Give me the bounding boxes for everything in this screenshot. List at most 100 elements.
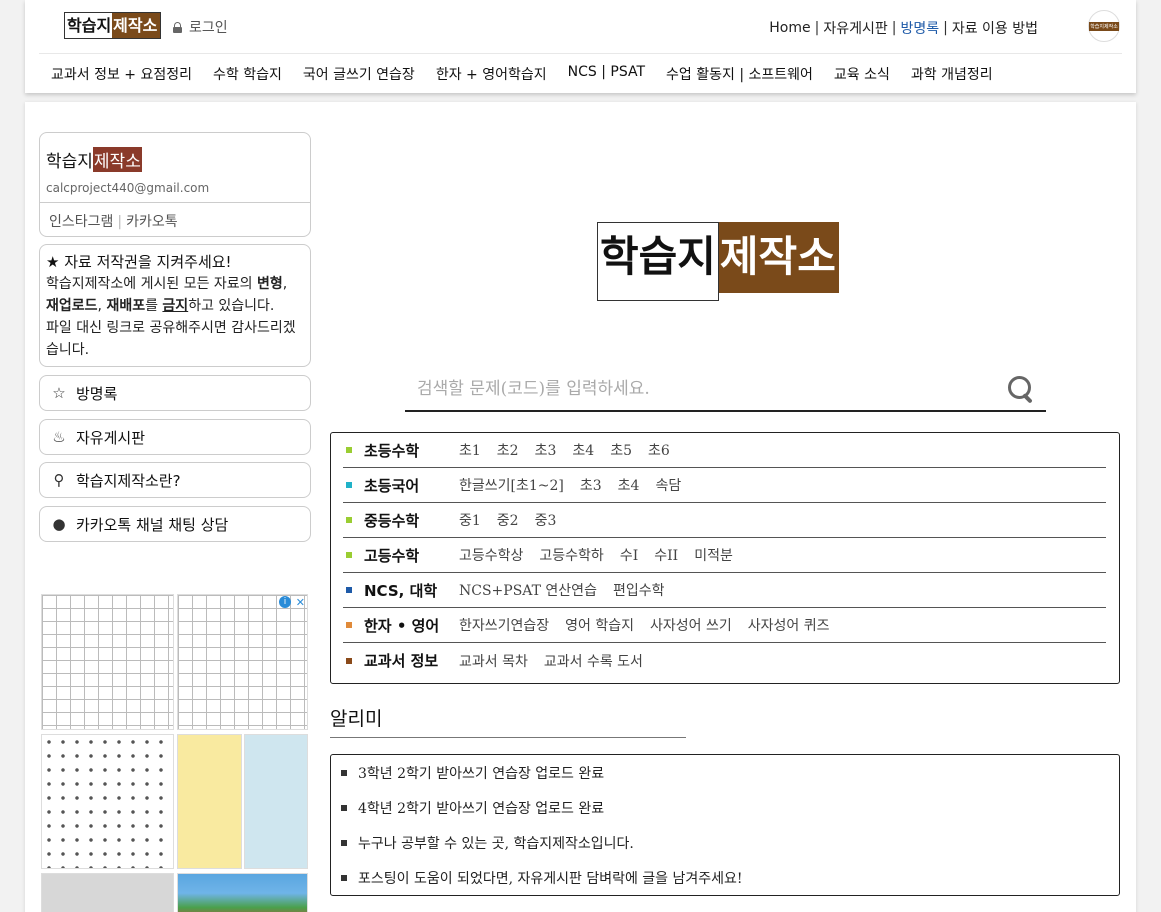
ad-info[interactable]: i ✕ bbox=[279, 595, 305, 609]
category-row: 교과서 정보 교과서 목차 교과서 수록 도서 bbox=[343, 643, 1106, 678]
bullet-icon bbox=[346, 657, 352, 664]
kakao-chat-button[interactable]: ● 카카오톡 채널 채팅 상담 bbox=[39, 506, 311, 542]
topnav-home[interactable]: Home bbox=[769, 20, 810, 36]
notice-line: 파일 대신 링크로 공유해주시면 감사드리겠습니다. bbox=[46, 320, 296, 358]
bullet-icon bbox=[346, 552, 352, 558]
category-link[interactable]: NCS+PSAT 연산연습 bbox=[459, 580, 597, 600]
ad-image[interactable] bbox=[41, 734, 174, 869]
category-link[interactable]: 한자쓰기연습장 bbox=[459, 615, 549, 635]
bullet-icon bbox=[346, 482, 352, 488]
ad-image[interactable] bbox=[41, 594, 174, 730]
mainnav-item[interactable]: 교과서 정보 + 요점정리 bbox=[51, 64, 192, 84]
category-link[interactable]: 미적분 bbox=[694, 545, 733, 565]
search-icon[interactable] bbox=[1008, 376, 1036, 404]
mainnav-item[interactable]: 국어 글쓰기 연습장 bbox=[303, 64, 415, 84]
kakaotalk-link[interactable]: 카카오톡 bbox=[126, 214, 178, 230]
category-link[interactable]: 사자성어 쓰기 bbox=[650, 615, 732, 635]
notice-item[interactable]: 4학년 2학기 받아쓰기 연습장 업로드 완료 bbox=[341, 798, 604, 818]
category-link[interactable]: 초6 bbox=[648, 440, 670, 460]
category-link[interactable]: 초4 bbox=[572, 440, 594, 460]
category-link[interactable]: 초3 bbox=[580, 475, 602, 495]
category-link[interactable]: 사자성어 퀴즈 bbox=[748, 615, 830, 635]
category-link[interactable]: 초1 bbox=[459, 440, 481, 460]
guestbook-button[interactable]: ☆ 방명록 bbox=[39, 375, 311, 411]
free-board-button[interactable]: ♨ 자유게시판 bbox=[39, 419, 311, 455]
login-link[interactable]: 로그인 bbox=[173, 17, 228, 37]
category-link[interactable]: 초2 bbox=[497, 440, 519, 460]
notice-line: 재업로드, 재배포를 금지하고 있습니다. bbox=[46, 298, 275, 314]
category-link[interactable]: 초3 bbox=[535, 440, 557, 460]
top-nav: Home | 자유게시판 | 방명록 | 자료 이용 방법 bbox=[769, 18, 1038, 38]
close-icon[interactable]: ✕ bbox=[296, 596, 305, 609]
instagram-link[interactable]: 인스타그램 bbox=[49, 214, 113, 230]
mainnav-item[interactable]: NCS | PSAT bbox=[568, 64, 645, 84]
category-name[interactable]: NCS, 대학 bbox=[364, 580, 459, 601]
mainnav-item[interactable]: 한자 + 영어학습지 bbox=[436, 64, 547, 84]
copyright-notice: ★ 자료 저작권을 지켜주세요! 학습지제작소에 게시된 모든 자료의 변형, … bbox=[39, 244, 311, 367]
profile-card: 학습지 제작소 calcproject440@gmail.com 인스타그램 | 카카… bbox=[39, 132, 311, 237]
ad-image[interactable] bbox=[244, 734, 308, 869]
ad-image[interactable] bbox=[41, 873, 174, 912]
notice-line: 학습지제작소에 게시된 모든 자료의 변형, bbox=[46, 276, 288, 292]
logo-text-a: 학습지 bbox=[65, 13, 113, 38]
category-link[interactable]: 중1 bbox=[459, 510, 481, 530]
ad-image[interactable] bbox=[177, 873, 308, 912]
bullet-icon bbox=[341, 875, 347, 881]
category-name[interactable]: 초등수학 bbox=[364, 440, 459, 461]
avatar[interactable]: 학습지제작소 bbox=[1088, 10, 1120, 42]
category-link[interactable]: 수II bbox=[654, 545, 678, 565]
ad-image[interactable]: i ✕ bbox=[177, 594, 308, 730]
category-name[interactable]: 교과서 정보 bbox=[364, 650, 459, 671]
category-row: 초등수학 초1 초2 초3 초4 초5 초6 bbox=[343, 433, 1106, 468]
site-header: 학습지 제작소 로그인 Home | 자유게시판 | 방명록 | 자료 이용 방… bbox=[25, 0, 1136, 93]
search-input[interactable] bbox=[417, 375, 977, 403]
profile-logo-b: 제작소 bbox=[92, 147, 142, 172]
topnav-separator: | bbox=[943, 20, 948, 36]
category-link[interactable]: 수I bbox=[620, 545, 638, 565]
topnav-board[interactable]: 자유게시판 bbox=[823, 18, 887, 38]
notice-item[interactable]: 3학년 2학기 받아쓰기 연습장 업로드 완료 bbox=[341, 763, 604, 783]
main-logo-a: 학습지 bbox=[597, 222, 719, 301]
category-link[interactable]: 교과서 목차 bbox=[459, 651, 528, 671]
bullet-icon bbox=[341, 805, 347, 811]
category-link[interactable]: 편입수학 bbox=[613, 580, 665, 600]
category-link[interactable]: 영어 학습지 bbox=[565, 615, 634, 635]
login-label: 로그인 bbox=[189, 20, 228, 36]
category-link[interactable]: 고등수학하 bbox=[539, 545, 603, 565]
topnav-guestbook[interactable]: 방명록 bbox=[900, 18, 939, 38]
category-name[interactable]: 고등수학 bbox=[364, 545, 459, 566]
category-link[interactable]: 초5 bbox=[610, 440, 632, 460]
notice-item[interactable]: 누구나 공부할 수 있는 곳, 학습지제작소입니다. bbox=[341, 833, 634, 853]
main-logo-b: 제작소 bbox=[718, 222, 839, 293]
category-name[interactable]: 초등국어 bbox=[364, 475, 459, 496]
category-link[interactable]: 교과서 수록 도서 bbox=[544, 651, 643, 671]
category-link[interactable]: 속담 bbox=[655, 475, 681, 495]
main-nav: 교과서 정보 + 요점정리 수학 학습지 국어 글쓰기 연습장 한자 + 영어학… bbox=[51, 64, 1014, 84]
mainnav-item[interactable]: 과학 개념정리 bbox=[911, 64, 993, 84]
category-link[interactable]: 고등수학상 bbox=[459, 545, 523, 565]
mainnav-item[interactable]: 수학 학습지 bbox=[213, 64, 282, 84]
category-row: 한자 • 영어 한자쓰기연습장 영어 학습지 사자성어 쓰기 사자성어 퀴즈 bbox=[343, 608, 1106, 643]
main-logo[interactable]: 학습지 제작소 bbox=[597, 222, 839, 301]
mainnav-item[interactable]: 수업 활동지 | 소프트웨어 bbox=[666, 64, 813, 84]
category-link[interactable]: 중3 bbox=[535, 510, 557, 530]
coffee-icon: ♨ bbox=[52, 428, 66, 446]
category-link[interactable]: 초4 bbox=[618, 475, 640, 495]
category-box: 초등수학 초1 초2 초3 초4 초5 초6 초등국어 한글쓰기[초1~2] 초… bbox=[330, 432, 1120, 684]
category-name[interactable]: 한자 • 영어 bbox=[364, 615, 459, 636]
info-icon[interactable]: i bbox=[279, 596, 291, 608]
topnav-separator: | bbox=[891, 20, 897, 36]
category-link[interactable]: 한글쓰기[초1~2] bbox=[459, 475, 564, 495]
header-divider bbox=[39, 53, 1122, 54]
category-name[interactable]: 중등수학 bbox=[364, 510, 459, 531]
free-board-label: 자유게시판 bbox=[76, 428, 146, 447]
profile-logo[interactable]: 학습지 제작소 bbox=[46, 147, 142, 172]
ad-image[interactable] bbox=[177, 734, 242, 869]
mainnav-item[interactable]: 교육 소식 bbox=[834, 64, 890, 84]
category-link[interactable]: 중2 bbox=[497, 510, 519, 530]
notice-item[interactable]: 포스팅이 도움이 되었다면, 자유게시판 담벼락에 글을 남겨주세요! bbox=[341, 868, 743, 888]
site-logo[interactable]: 학습지 제작소 bbox=[64, 12, 162, 39]
lock-icon bbox=[173, 21, 182, 33]
about-button[interactable]: ⚲ 학습지제작소란? bbox=[39, 462, 311, 498]
topnav-howto[interactable]: 자료 이용 방법 bbox=[952, 18, 1038, 38]
